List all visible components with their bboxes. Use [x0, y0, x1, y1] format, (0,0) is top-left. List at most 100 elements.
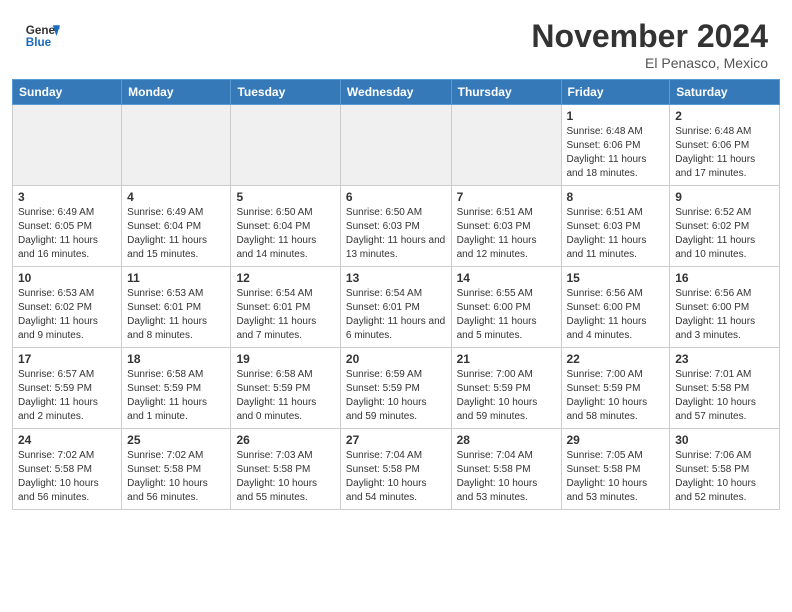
col-thursday: Thursday [451, 80, 561, 105]
day-info: Sunrise: 7:00 AM Sunset: 5:59 PM Dayligh… [567, 368, 665, 424]
col-wednesday: Wednesday [340, 80, 451, 105]
table-row: 23 Sunrise: 7:01 AM Sunset: 5:58 PM Dayli… [670, 348, 780, 429]
day-number: 2 [675, 109, 774, 123]
day-number: 17 [18, 352, 116, 366]
table-row: 6 Sunrise: 6:50 AM Sunset: 6:03 PM Daylig… [340, 186, 451, 267]
day-info: Sunrise: 6:51 AM Sunset: 6:03 PM Dayligh… [457, 206, 556, 262]
day-info: Sunrise: 6:48 AM Sunset: 6:06 PM Dayligh… [567, 125, 665, 181]
week-row-5: 24 Sunrise: 7:02 AM Sunset: 5:58 PM Dayli… [13, 429, 780, 510]
week-row-2: 3 Sunrise: 6:49 AM Sunset: 6:05 PM Daylig… [13, 186, 780, 267]
table-row: 18 Sunrise: 6:58 AM Sunset: 5:59 PM Dayli… [122, 348, 231, 429]
title-block: November 2024 El Penasco, Mexico [531, 18, 768, 71]
day-number: 4 [127, 190, 225, 204]
table-row: 19 Sunrise: 6:58 AM Sunset: 5:59 PM Dayli… [231, 348, 340, 429]
day-number: 24 [18, 433, 116, 447]
day-info: Sunrise: 6:54 AM Sunset: 6:01 PM Dayligh… [236, 287, 334, 343]
table-row: 13 Sunrise: 6:54 AM Sunset: 6:01 PM Dayli… [340, 267, 451, 348]
day-info: Sunrise: 6:58 AM Sunset: 5:59 PM Dayligh… [127, 368, 225, 424]
table-row: 20 Sunrise: 6:59 AM Sunset: 5:59 PM Dayli… [340, 348, 451, 429]
table-row: 2 Sunrise: 6:48 AM Sunset: 6:06 PM Daylig… [670, 105, 780, 186]
day-info: Sunrise: 6:55 AM Sunset: 6:00 PM Dayligh… [457, 287, 556, 343]
day-info: Sunrise: 7:02 AM Sunset: 5:58 PM Dayligh… [127, 449, 225, 505]
day-number: 1 [567, 109, 665, 123]
day-number: 14 [457, 271, 556, 285]
day-number: 25 [127, 433, 225, 447]
col-saturday: Saturday [670, 80, 780, 105]
day-info: Sunrise: 7:04 AM Sunset: 5:58 PM Dayligh… [457, 449, 556, 505]
table-row: 30 Sunrise: 7:06 AM Sunset: 5:58 PM Dayli… [670, 429, 780, 510]
day-number: 9 [675, 190, 774, 204]
day-number: 18 [127, 352, 225, 366]
day-info: Sunrise: 6:49 AM Sunset: 6:05 PM Dayligh… [18, 206, 116, 262]
logo-icon: General Blue [24, 18, 60, 54]
day-info: Sunrise: 6:53 AM Sunset: 6:02 PM Dayligh… [18, 287, 116, 343]
table-row [122, 105, 231, 186]
calendar-header-row: Sunday Monday Tuesday Wednesday Thursday… [13, 80, 780, 105]
table-row: 7 Sunrise: 6:51 AM Sunset: 6:03 PM Daylig… [451, 186, 561, 267]
table-row: 10Sunrise: 6:53 AM Sunset: 6:02 PM Dayli… [13, 267, 122, 348]
day-info: Sunrise: 7:05 AM Sunset: 5:58 PM Dayligh… [567, 449, 665, 505]
logo: General Blue [24, 18, 60, 54]
day-number: 21 [457, 352, 556, 366]
day-info: Sunrise: 6:59 AM Sunset: 5:59 PM Dayligh… [346, 368, 446, 424]
day-info: Sunrise: 7:06 AM Sunset: 5:58 PM Dayligh… [675, 449, 774, 505]
table-row: 9 Sunrise: 6:52 AM Sunset: 6:02 PM Daylig… [670, 186, 780, 267]
table-row: 28Sunrise: 7:04 AM Sunset: 5:58 PM Dayli… [451, 429, 561, 510]
table-row: 24 Sunrise: 7:02 AM Sunset: 5:58 PM Dayli… [13, 429, 122, 510]
day-number: 26 [236, 433, 334, 447]
table-row: 17 Sunrise: 6:57 AM Sunset: 5:59 PM Dayli… [13, 348, 122, 429]
table-row [231, 105, 340, 186]
svg-text:Blue: Blue [26, 36, 52, 49]
table-row: 14 Sunrise: 6:55 AM Sunset: 6:00 PM Dayli… [451, 267, 561, 348]
day-number: 29 [567, 433, 665, 447]
day-info: Sunrise: 6:56 AM Sunset: 6:00 PM Dayligh… [675, 287, 774, 343]
col-friday: Friday [561, 80, 670, 105]
day-info: Sunrise: 6:49 AM Sunset: 6:04 PM Dayligh… [127, 206, 225, 262]
day-info: Sunrise: 6:50 AM Sunset: 6:04 PM Dayligh… [236, 206, 334, 262]
table-row: 25 Sunrise: 7:02 AM Sunset: 5:58 PM Dayli… [122, 429, 231, 510]
table-row: 16 Sunrise: 6:56 AM Sunset: 6:00 PM Dayli… [670, 267, 780, 348]
week-row-3: 10Sunrise: 6:53 AM Sunset: 6:02 PM Dayli… [13, 267, 780, 348]
table-row [340, 105, 451, 186]
table-row: 11 Sunrise: 6:53 AM Sunset: 6:01 PM Dayli… [122, 267, 231, 348]
day-info: Sunrise: 6:53 AM Sunset: 6:01 PM Dayligh… [127, 287, 225, 343]
day-number: 27 [346, 433, 446, 447]
day-info: Sunrise: 7:04 AM Sunset: 5:58 PM Dayligh… [346, 449, 446, 505]
day-number: 19 [236, 352, 334, 366]
table-row: 27 Sunrise: 7:04 AM Sunset: 5:58 PM Dayli… [340, 429, 451, 510]
day-number: 23 [675, 352, 774, 366]
day-number: 7 [457, 190, 556, 204]
table-row: 1 Sunrise: 6:48 AM Sunset: 6:06 PM Daylig… [561, 105, 670, 186]
day-info: Sunrise: 7:02 AM Sunset: 5:58 PM Dayligh… [18, 449, 116, 505]
day-info: Sunrise: 6:48 AM Sunset: 6:06 PM Dayligh… [675, 125, 774, 181]
day-number: 5 [236, 190, 334, 204]
table-row: 5 Sunrise: 6:50 AM Sunset: 6:04 PM Daylig… [231, 186, 340, 267]
day-info: Sunrise: 6:56 AM Sunset: 6:00 PM Dayligh… [567, 287, 665, 343]
day-number: 13 [346, 271, 446, 285]
table-row: 22Sunrise: 7:00 AM Sunset: 5:59 PM Dayli… [561, 348, 670, 429]
day-info: Sunrise: 6:58 AM Sunset: 5:59 PM Dayligh… [236, 368, 334, 424]
day-number: 3 [18, 190, 116, 204]
day-info: Sunrise: 6:51 AM Sunset: 6:03 PM Dayligh… [567, 206, 665, 262]
day-number: 16 [675, 271, 774, 285]
day-number: 12 [236, 271, 334, 285]
day-number: 6 [346, 190, 446, 204]
page-header: General Blue November 2024 El Penasco, M… [0, 0, 792, 79]
day-number: 30 [675, 433, 774, 447]
table-row [13, 105, 122, 186]
table-row: 4 Sunrise: 6:49 AM Sunset: 6:04 PM Daylig… [122, 186, 231, 267]
day-number: 11 [127, 271, 225, 285]
day-info: Sunrise: 6:54 AM Sunset: 6:01 PM Dayligh… [346, 287, 446, 343]
week-row-4: 17 Sunrise: 6:57 AM Sunset: 5:59 PM Dayli… [13, 348, 780, 429]
col-tuesday: Tuesday [231, 80, 340, 105]
day-info: Sunrise: 6:52 AM Sunset: 6:02 PM Dayligh… [675, 206, 774, 262]
calendar-body: 1 Sunrise: 6:48 AM Sunset: 6:06 PM Daylig… [13, 105, 780, 510]
day-number: 20 [346, 352, 446, 366]
day-info: Sunrise: 6:57 AM Sunset: 5:59 PM Dayligh… [18, 368, 116, 424]
table-row: 8Sunrise: 6:51 AM Sunset: 6:03 PM Daylig… [561, 186, 670, 267]
day-info: Sunrise: 6:50 AM Sunset: 6:03 PM Dayligh… [346, 206, 446, 262]
day-info: Sunrise: 7:01 AM Sunset: 5:58 PM Dayligh… [675, 368, 774, 424]
week-row-1: 1 Sunrise: 6:48 AM Sunset: 6:06 PM Daylig… [13, 105, 780, 186]
table-row: 3 Sunrise: 6:49 AM Sunset: 6:05 PM Daylig… [13, 186, 122, 267]
table-row: 21Sunrise: 7:00 AM Sunset: 5:59 PM Dayli… [451, 348, 561, 429]
